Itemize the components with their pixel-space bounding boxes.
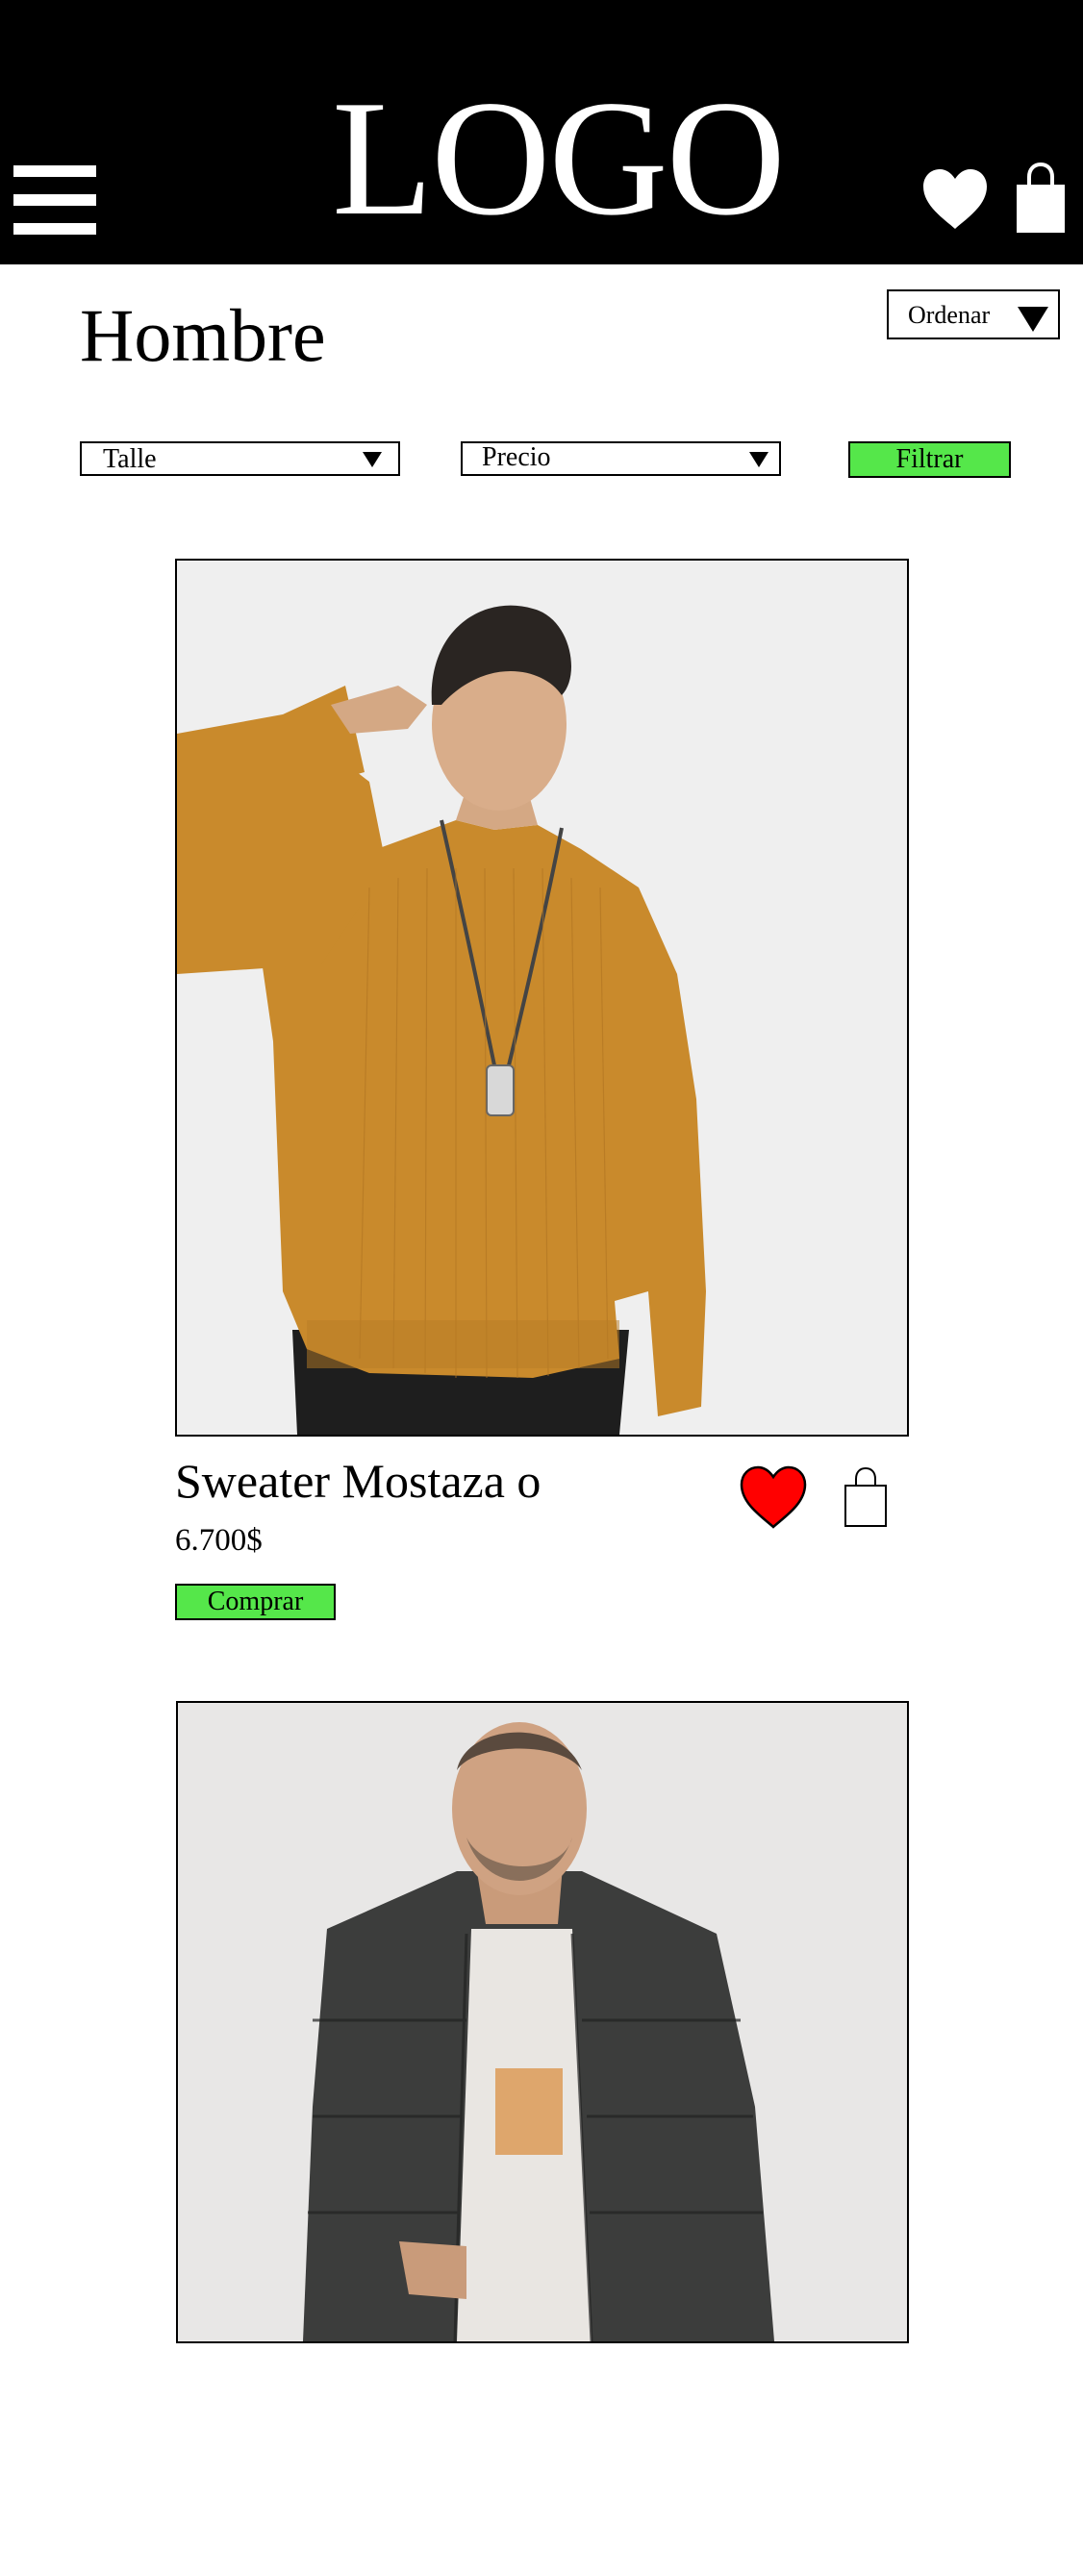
- sort-dropdown[interactable]: Ordenar: [887, 289, 1060, 339]
- favorite-heart-icon[interactable]: [739, 1464, 808, 1530]
- triangle-down-icon: [749, 452, 768, 467]
- size-dropdown[interactable]: Talle: [80, 441, 400, 476]
- filter-button[interactable]: Filtrar: [848, 441, 1011, 478]
- shopping-bag-icon[interactable]: [843, 1466, 889, 1528]
- shopping-bag-icon[interactable]: [1015, 162, 1067, 235]
- sweater-photo: [177, 561, 907, 1435]
- product-image[interactable]: [176, 1701, 909, 2343]
- jacket-photo: [178, 1703, 907, 2341]
- sort-label: Ordenar: [908, 301, 991, 329]
- product-name[interactable]: Sweater Mostaza o: [175, 1452, 541, 1510]
- logo[interactable]: LOGO: [327, 76, 789, 241]
- price-dropdown[interactable]: Precio: [461, 441, 781, 476]
- buy-button[interactable]: Comprar: [175, 1584, 336, 1620]
- top-header: LOGO: [0, 0, 1083, 264]
- triangle-down-icon: [363, 452, 382, 467]
- product-price: 6.700$: [175, 1523, 263, 1558]
- size-label: Talle: [103, 444, 157, 474]
- heart-icon[interactable]: [921, 167, 989, 231]
- page-title: Hombre: [80, 293, 326, 377]
- triangle-down-icon: [1018, 307, 1048, 332]
- menu-icon[interactable]: [13, 165, 96, 235]
- price-label: Precio: [482, 442, 551, 472]
- product-image[interactable]: [175, 559, 909, 1437]
